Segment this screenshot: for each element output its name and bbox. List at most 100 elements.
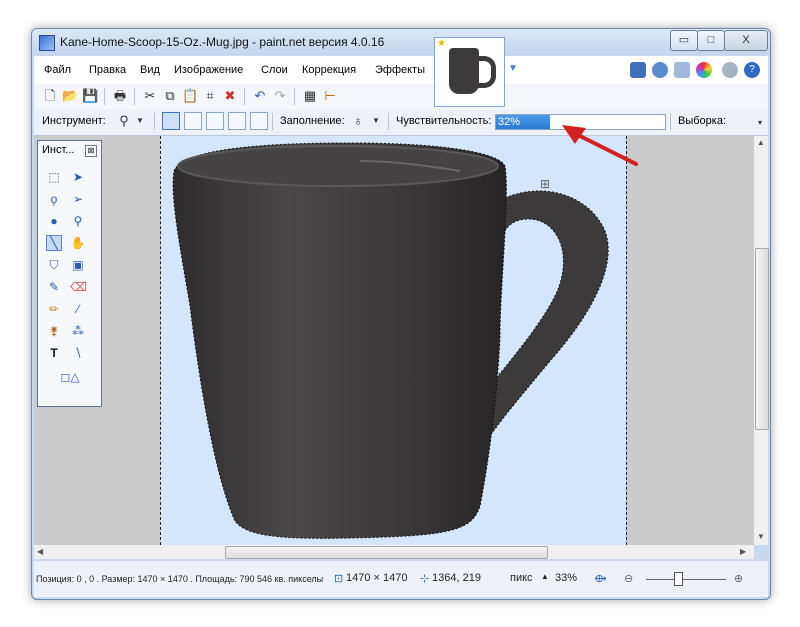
open-icon[interactable]: 📂 xyxy=(62,88,78,104)
paintnet-window: Kane-Home-Scoop-15-Oz.-Mug.jpg - paint.n… xyxy=(31,28,771,600)
separator xyxy=(134,88,135,105)
clone-stamp-tool-icon[interactable]: ⚵ xyxy=(46,323,62,339)
layers-icon[interactable] xyxy=(674,62,690,78)
mug-rim xyxy=(177,145,499,187)
gradient-tool-icon[interactable]: ▣ xyxy=(70,257,86,273)
pencil-tool-icon[interactable]: ✏ xyxy=(46,301,62,317)
grid-icon[interactable]: ▦ xyxy=(302,88,318,104)
selection-edge-right xyxy=(626,136,628,545)
move-cursor-icon: ⊞ xyxy=(540,177,550,191)
scroll-up-icon[interactable]: ▲ xyxy=(757,138,765,147)
save-icon[interactable]: 💾 xyxy=(82,88,98,104)
image-size-icon: ⊡ xyxy=(334,573,344,585)
move-selection-tool-icon[interactable]: ➢ xyxy=(70,191,86,207)
separator xyxy=(154,113,155,130)
mug-image: ⊞ xyxy=(172,142,609,539)
zoom-slider-thumb[interactable] xyxy=(674,572,683,586)
rulers-icon[interactable]: ⊢ xyxy=(322,88,338,104)
magic-wand-tool-icon[interactable]: ⚲ xyxy=(116,113,132,129)
menu-view[interactable]: Вид xyxy=(140,64,160,76)
cursor-position-icon: ⊹ xyxy=(420,573,430,585)
window-title: Kane-Home-Scoop-15-Oz.-Mug.jpg - paint.n… xyxy=(60,35,385,49)
color-picker-tool-icon[interactable]: ⁄ xyxy=(70,301,86,317)
menu-bar: Файл Правка Вид Изображение Слои Коррекц… xyxy=(34,56,768,84)
line-curve-tool-icon[interactable]: ∖ xyxy=(70,345,86,361)
scroll-right-icon[interactable]: ▶ xyxy=(740,547,746,556)
tools-window-close-icon[interactable]: ⊠ xyxy=(85,145,97,157)
new-icon[interactable]: 🗋 xyxy=(42,88,58,104)
separator xyxy=(670,113,671,130)
status-cursor-position: 1364, 219 xyxy=(432,572,481,584)
zoom-in-icon[interactable]: ⊕ xyxy=(734,572,743,585)
horizontal-scroll-thumb[interactable] xyxy=(225,546,548,559)
units-dropdown-icon[interactable]: ▲ xyxy=(541,572,549,581)
move-selected-tool-icon[interactable]: ➤ xyxy=(70,169,86,185)
shapes-tool-icon[interactable]: ◻△ xyxy=(58,369,82,385)
pan-tool-icon[interactable]: ✋ xyxy=(70,235,86,251)
selection-mode-exclude[interactable] xyxy=(206,112,224,130)
menu-file[interactable]: Файл xyxy=(44,64,71,76)
menu-adjustments[interactable]: Коррекция xyxy=(302,64,356,76)
text-tool-icon[interactable]: T xyxy=(46,345,62,361)
selection-mode-invert[interactable] xyxy=(250,112,268,130)
rectangle-select-tool-icon[interactable]: ⬚ xyxy=(46,169,62,185)
undo-icon[interactable]: ↶ xyxy=(252,88,268,104)
lasso-select-tool-icon[interactable]: ϙ xyxy=(46,191,62,207)
selection-mode-intersect[interactable] xyxy=(228,112,246,130)
status-zoom[interactable]: 33% xyxy=(555,572,577,584)
history-icon[interactable] xyxy=(652,62,668,78)
fill-dropdown-icon[interactable]: ▼ xyxy=(368,113,384,129)
paintbrush-tool-icon[interactable]: ✎ xyxy=(46,279,62,295)
title-bar: Kane-Home-Scoop-15-Oz.-Mug.jpg - paint.n… xyxy=(32,29,770,55)
menu-edit[interactable]: Правка xyxy=(89,64,126,76)
deselect-icon[interactable]: ✖ xyxy=(222,88,238,104)
scroll-left-icon[interactable]: ◀ xyxy=(37,547,43,556)
maximize-button[interactable]: □ xyxy=(697,30,725,51)
settings-gear-icon[interactable] xyxy=(722,62,738,78)
selection-mode-union[interactable] xyxy=(184,112,202,130)
thumbnail-mug-handle xyxy=(477,56,496,88)
tab-list-dropdown-icon[interactable]: ▼ xyxy=(508,63,518,74)
recolor-tool-icon[interactable]: ⁂ xyxy=(70,323,86,339)
help-icon[interactable]: ? xyxy=(744,62,760,78)
tools-toggle-icon[interactable] xyxy=(630,62,646,78)
redo-icon[interactable]: ↷ xyxy=(272,88,288,104)
colors-icon[interactable] xyxy=(696,62,712,78)
vertical-scrollbar[interactable]: ▲ ▼ xyxy=(754,136,769,545)
zoom-tool-icon[interactable]: ⚲ xyxy=(70,213,86,229)
flood-mode-icon[interactable]: ♁ xyxy=(350,113,366,129)
minimize-button[interactable]: ▭ xyxy=(670,30,698,51)
tool-dropdown-icon[interactable]: ▼ xyxy=(132,113,148,129)
menu-effects[interactable]: Эффекты xyxy=(375,64,425,76)
sensitivity-slider[interactable]: 32% xyxy=(495,114,666,130)
thumbnail-mug xyxy=(449,48,479,94)
horizontal-scrollbar[interactable]: ◀ ▶ xyxy=(34,545,754,559)
image-tab-thumbnail[interactable]: ★ xyxy=(434,37,505,107)
selection-mode-replace[interactable] xyxy=(162,112,180,130)
toolbar-overflow-icon[interactable]: ▾ xyxy=(752,115,768,131)
tools-window-title: Инст... xyxy=(42,144,75,156)
vertical-scroll-thumb[interactable] xyxy=(755,248,769,430)
menu-layers[interactable]: Слои xyxy=(261,64,288,76)
copy-icon[interactable]: ⧉ xyxy=(162,88,178,104)
eraser-tool-icon[interactable]: ⌫ xyxy=(70,279,87,295)
canvas-area[interactable]: ⊞ xyxy=(34,136,754,545)
crop-to-selection-icon[interactable]: ⌗ xyxy=(202,88,218,104)
selection-label: Выборка: xyxy=(678,115,727,127)
menu-image[interactable]: Изображение xyxy=(174,64,243,76)
tools-window[interactable]: Инст... ⊠ ⬚ ➤ ϙ ➢ ● ⚲ ╲ ✋ ⛉ ▣ ✎ ⌫ ✏ ⁄ ⚵ … xyxy=(37,140,102,407)
zoom-out-icon[interactable]: ⊖ xyxy=(624,572,633,585)
magic-wand-tool-icon[interactable]: ╲ xyxy=(46,235,62,251)
separator xyxy=(388,113,389,130)
scroll-down-icon[interactable]: ▼ xyxy=(757,532,765,541)
ellipse-select-tool-icon[interactable]: ● xyxy=(46,213,62,229)
cut-icon[interactable]: ✂ xyxy=(142,88,158,104)
print-icon[interactable]: 🖶 xyxy=(112,88,128,104)
status-units[interactable]: пикс xyxy=(510,572,533,584)
zoom-fit-icon[interactable]: ⟴ xyxy=(594,572,607,585)
paint-bucket-tool-icon[interactable]: ⛉ xyxy=(46,257,62,273)
status-bar: Позиция: 0 , 0 . Размер: 1470 × 1470 . П… xyxy=(34,561,768,597)
zoom-slider[interactable] xyxy=(646,579,726,580)
paste-icon[interactable]: 📋 xyxy=(182,88,198,104)
close-button[interactable]: X xyxy=(724,30,768,51)
